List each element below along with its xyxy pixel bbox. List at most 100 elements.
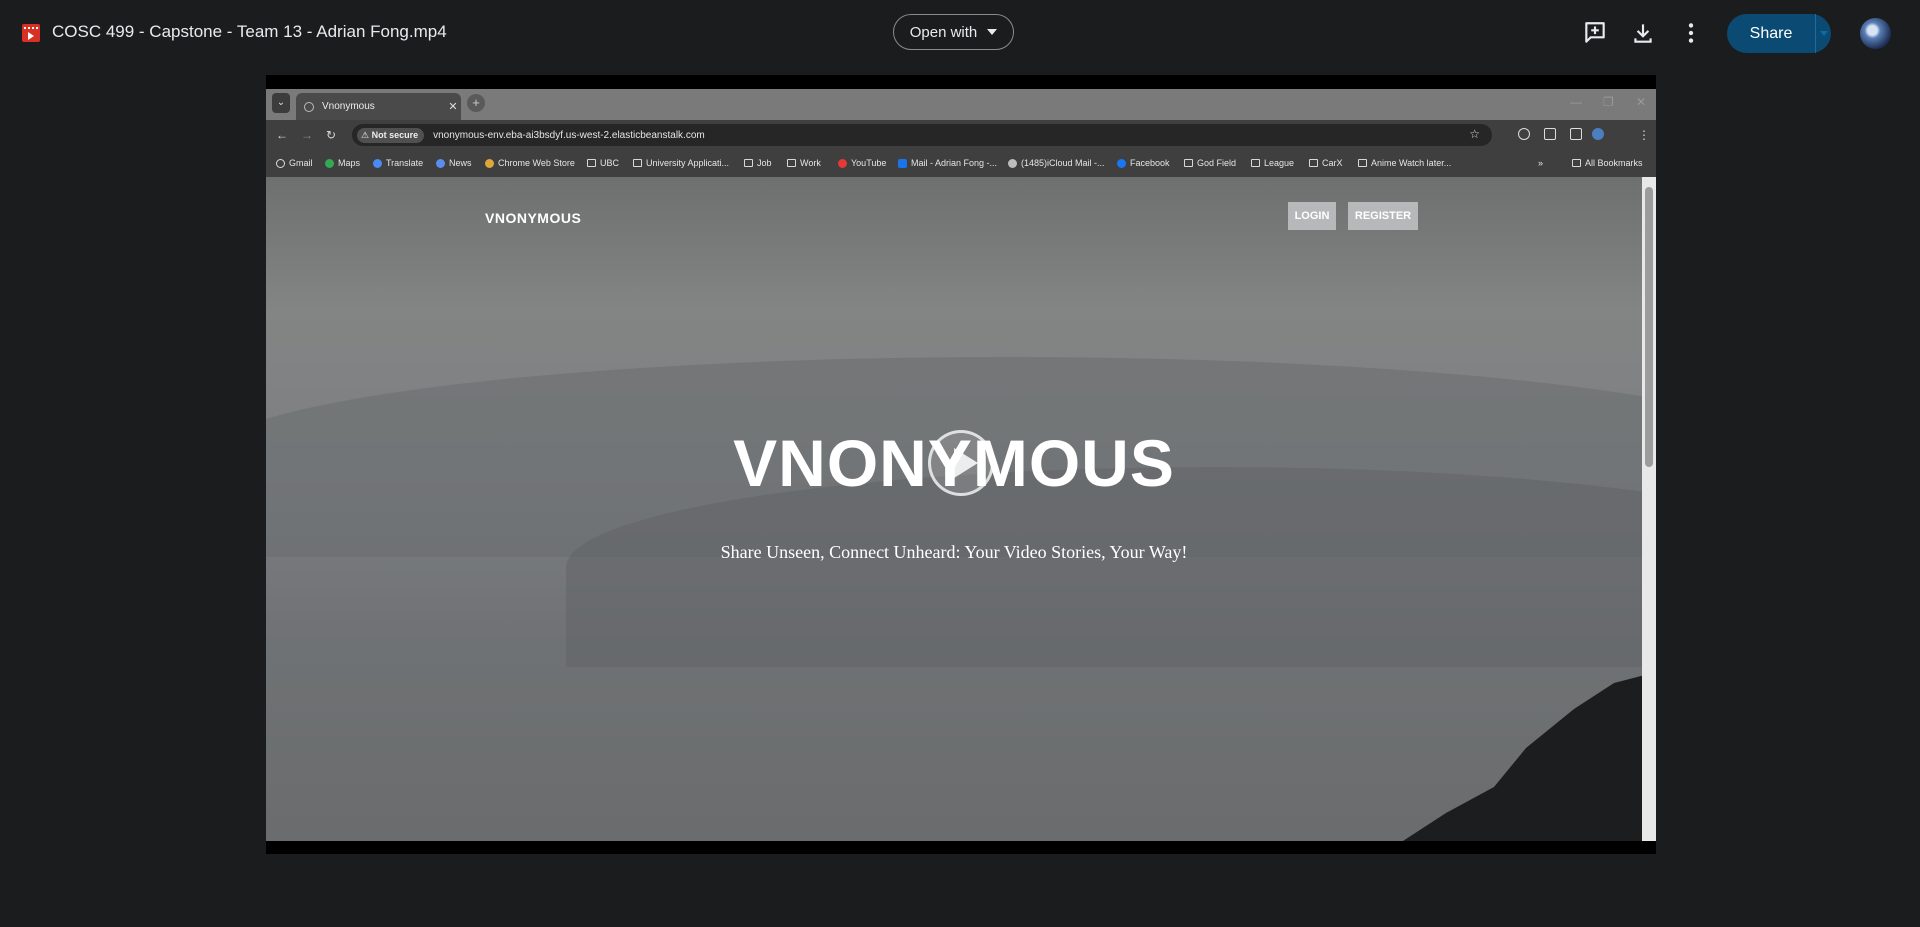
restore-icon[interactable]: ❐ [1603, 95, 1614, 109]
account-avatar[interactable] [1860, 18, 1891, 49]
incognito-icon[interactable] [1518, 128, 1530, 140]
maps-icon [325, 158, 334, 168]
bookmark-item[interactable]: Mail - Adrian Fong -... [898, 158, 997, 168]
chevron-down-icon [987, 29, 998, 35]
news-icon [436, 158, 445, 168]
bookmark-label: Work [800, 158, 821, 168]
video-file-icon [22, 24, 40, 42]
chevron-down-icon [1819, 31, 1828, 36]
bookmark-label: All Bookmarks [1585, 158, 1643, 168]
bookmark-folder[interactable]: UBC [587, 158, 619, 168]
new-tab-button[interactable]: + [467, 94, 485, 112]
bookmark-folder[interactable]: University Applicati... [633, 158, 729, 168]
tab-title: Vnonymous [322, 101, 375, 112]
url-text: vnonymous-env.eba-ai3bsdyf.us-west-2.ela… [433, 129, 705, 141]
bookmark-label: Gmail [289, 158, 313, 168]
more-bookmarks-icon[interactable]: » [1538, 158, 1543, 168]
folder-icon [1309, 159, 1318, 167]
webpage-viewport: VNONYMOUS LOGIN REGISTER VNONYMOUS Share… [266, 177, 1642, 841]
bookmark-label: UBC [600, 158, 620, 168]
bookmark-label: League [1264, 158, 1295, 168]
more-vert-icon[interactable] [1678, 20, 1704, 46]
back-icon[interactable]: ← [276, 128, 288, 142]
bookmark-folder[interactable]: Job [744, 158, 772, 168]
bookmark-item[interactable]: Gmail [276, 158, 313, 168]
bookmark-label: Maps [338, 158, 361, 168]
globe-icon [304, 101, 314, 112]
browser-menu-icon[interactable]: ⋮ [1638, 128, 1650, 142]
drive-top-bar: COSC 499 - Capstone - Team 13 - Adrian F… [0, 0, 1920, 66]
bookmark-item[interactable]: YouTube [838, 158, 886, 168]
folder-icon [1251, 159, 1260, 167]
not-secure-label: Not secure [371, 129, 419, 140]
folder-icon [633, 159, 642, 167]
folder-icon [787, 159, 796, 167]
all-bookmarks-folder[interactable]: All Bookmarks [1572, 158, 1643, 168]
folder-icon [1184, 159, 1193, 167]
bookmark-label: CarX [1322, 158, 1343, 168]
bookmark-label: Translate [386, 158, 424, 168]
login-button[interactable]: LOGIN [1288, 202, 1336, 230]
folder-icon [1572, 159, 1581, 167]
address-bar-row: ← → ↻ ⚠ Not secure vnonymous-env.eba-ai3… [266, 120, 1656, 150]
bookmark-item[interactable]: Chrome Web Store [485, 158, 575, 168]
reload-icon[interactable]: ↻ [326, 128, 336, 142]
bookmark-label: Anime Watch later... [1371, 158, 1452, 168]
extensions-icon[interactable] [1544, 128, 1556, 140]
minimize-icon[interactable]: — [1570, 95, 1582, 109]
scrollbar-thumb[interactable] [1645, 187, 1653, 467]
bookmark-label: News [449, 158, 472, 168]
bookmark-folder[interactable]: Work [787, 158, 821, 168]
browser-tab[interactable]: Vnonymous ✕ [296, 93, 461, 120]
page-scrollbar[interactable] [1642, 177, 1656, 841]
facebook-icon [1117, 158, 1126, 168]
bookmark-item[interactable]: Maps [325, 158, 360, 168]
hero-tagline: Share Unseen, Connect Unheard: Your Vide… [720, 542, 1188, 562]
file-title: COSC 499 - Capstone - Team 13 - Adrian F… [52, 22, 447, 41]
close-window-icon[interactable]: ✕ [1636, 95, 1646, 109]
play-icon[interactable] [928, 430, 994, 496]
web-store-icon [485, 158, 494, 168]
bookmark-label: Chrome Web Store [498, 158, 575, 168]
tab-search-button[interactable]: ⌄ [272, 93, 290, 113]
download-icon[interactable] [1630, 20, 1656, 46]
bookmark-star-icon[interactable]: ☆ [1469, 127, 1480, 141]
youtube-icon [838, 158, 847, 168]
bookmark-label: Mail - Adrian Fong -... [911, 158, 998, 168]
register-button[interactable]: REGISTER [1348, 202, 1418, 230]
not-secure-badge[interactable]: ⚠ Not secure [357, 127, 425, 143]
forward-icon[interactable]: → [301, 128, 313, 142]
add-comment-icon[interactable] [1582, 20, 1608, 46]
apple-icon [1008, 158, 1017, 168]
open-with-label: Open with [909, 23, 978, 41]
bookmark-label: YouTube [851, 158, 887, 168]
bookmark-item[interactable]: Translate [373, 158, 423, 168]
bookmark-folder[interactable]: CarX [1309, 158, 1343, 168]
bookmarks-bar: Gmail Maps Translate News Chrome Web Sto… [266, 150, 1656, 177]
outlook-icon [898, 158, 907, 168]
bookmark-label: Job [757, 158, 772, 168]
google-icon [276, 158, 285, 168]
profile-icon[interactable] [1592, 128, 1604, 140]
bookmark-folder[interactable]: Anime Watch later... [1358, 158, 1451, 168]
bookmark-label: Facebook [1130, 158, 1170, 168]
share-dropdown-button[interactable] [1816, 31, 1831, 36]
bookmark-label: (1485)iCloud Mail -... [1021, 158, 1105, 168]
folder-icon [587, 159, 596, 167]
folder-icon [1358, 159, 1367, 167]
tab-strip: ⌄ Vnonymous ✕ + — ❐ ✕ [266, 89, 1656, 120]
share-button[interactable]: Share [1727, 14, 1831, 53]
bookmark-folder[interactable]: God Field [1184, 158, 1236, 168]
omnibox[interactable]: ⚠ Not secure vnonymous-env.eba-ai3bsdyf.… [352, 124, 1492, 146]
share-label: Share [1749, 24, 1793, 42]
side-panel-icon[interactable] [1570, 128, 1582, 140]
bookmark-item[interactable]: (1485)iCloud Mail -... [1008, 158, 1105, 168]
bookmark-folder[interactable]: League [1251, 158, 1294, 168]
open-with-button[interactable]: Open with [893, 14, 1014, 50]
video-player[interactable]: ⌄ Vnonymous ✕ + — ❐ ✕ ← → ↻ ⚠ Not secure… [266, 75, 1656, 854]
bookmark-item[interactable]: News [436, 158, 472, 168]
site-brand[interactable]: VNONYMOUS [485, 210, 581, 226]
bookmark-item[interactable]: Facebook [1117, 158, 1170, 168]
close-icon[interactable]: ✕ [445, 100, 461, 113]
bookmark-label: God Field [1197, 158, 1237, 168]
